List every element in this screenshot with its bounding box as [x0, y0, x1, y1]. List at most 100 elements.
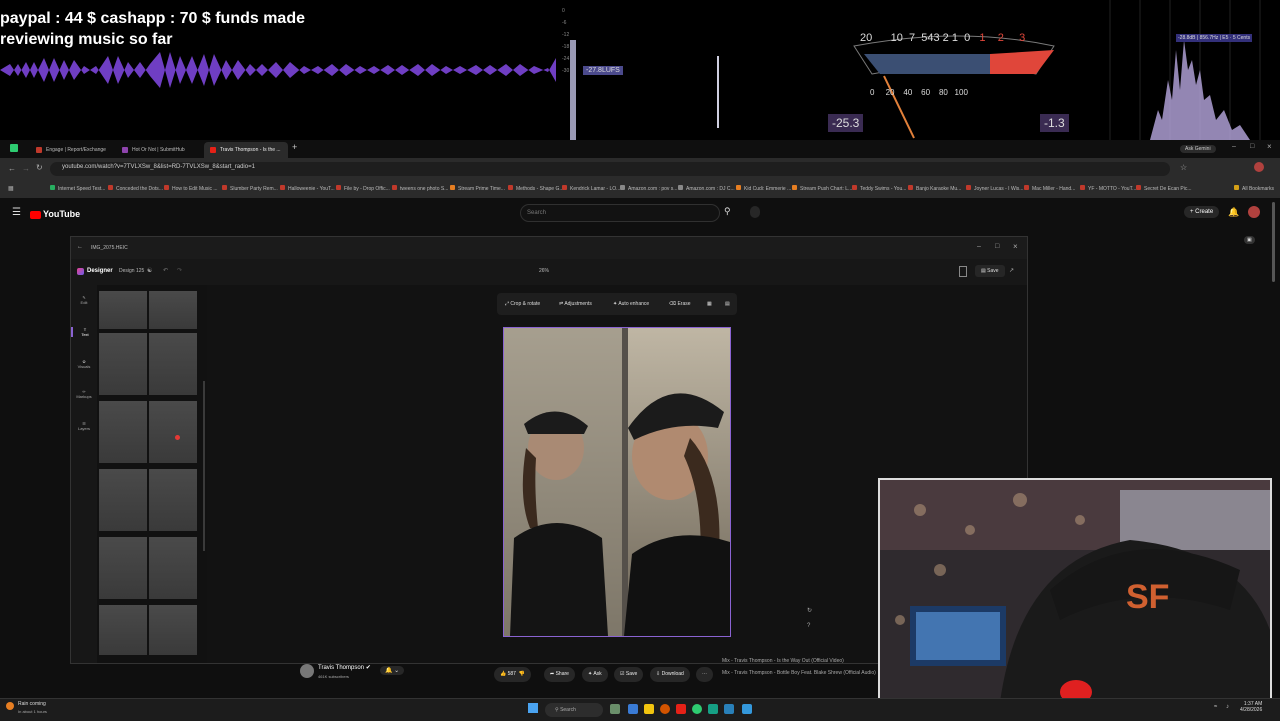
share-button[interactable]: ➦ Share [544, 667, 575, 682]
rail-edit[interactable]: ✎ Edit [71, 295, 97, 305]
close-window-button[interactable]: × [1267, 142, 1272, 151]
crop-rotate-button[interactable]: ⤢ Crop & rotate [505, 301, 540, 307]
tab-youtube[interactable]: Travis Thompson - Is the ... [204, 142, 288, 158]
text-style-thumbnail[interactable] [149, 401, 197, 463]
filters-icon[interactable]: ▦ [707, 301, 712, 307]
forward-icon[interactable]: → [22, 164, 30, 173]
hamburger-menu-icon[interactable]: ☰ [12, 207, 21, 218]
text-style-thumbnail[interactable] [149, 469, 197, 531]
clock[interactable]: 1:37 AM 4/28/2026 [1240, 701, 1262, 713]
bookmark-item[interactable]: Kendrick Lamar - LO... [562, 185, 620, 192]
share-people-icon[interactable]: ☯ [147, 267, 152, 274]
bookmark-item[interactable]: Slumber Party Rem... [222, 185, 278, 192]
bookmark-item[interactable]: Secret De Ecan Pic... [1136, 185, 1192, 192]
rail-text[interactable]: T Text [71, 327, 97, 337]
bookmark-item[interactable]: File by - Drop Offic... [336, 185, 390, 192]
text-style-thumbnail[interactable] [99, 291, 147, 329]
bookmark-item[interactable]: YF - MOTTO - YouT... [1080, 185, 1136, 192]
browser-app-icon[interactable] [660, 704, 670, 714]
panel-scrollbar[interactable] [203, 381, 205, 551]
auto-enhance-button[interactable]: ✦ Auto enhance [613, 301, 649, 307]
app-icon-blue[interactable] [724, 704, 734, 714]
youtube-app-icon[interactable] [676, 704, 686, 714]
ask-gemini-button[interactable]: Ask Gemini [1180, 145, 1216, 153]
create-button[interactable]: + Create [1184, 206, 1220, 218]
app-icon-green[interactable] [708, 704, 718, 714]
bookmark-item[interactable]: Kid Cudi: Emmerie ... [736, 185, 791, 192]
text-style-thumbnail[interactable] [99, 333, 147, 395]
notifications-bell-icon[interactable]: 🔔 [1228, 207, 1239, 218]
rail-visuals[interactable]: ✿ Visuals [71, 359, 97, 369]
save-video-button[interactable]: ☑ Save [614, 667, 644, 682]
rail-layers[interactable]: ☰ Layers [71, 421, 97, 431]
user-avatar[interactable] [1248, 206, 1260, 218]
ask-button[interactable]: ✦ Ask [582, 667, 608, 682]
minimize-window-button[interactable]: – [1232, 143, 1236, 150]
tab-engage[interactable]: Engage | Report/Exchange [30, 142, 114, 158]
bookmark-item[interactable]: Conceded the Dots... [108, 185, 163, 192]
text-style-thumbnail[interactable] [99, 537, 147, 599]
edited-photo[interactable] [503, 327, 731, 637]
help-icon[interactable]: ? [807, 623, 810, 629]
bookmark-star-icon[interactable]: ☆ [1180, 163, 1187, 172]
profile-avatar[interactable] [1254, 162, 1264, 172]
more-actions-icon[interactable]: ⋯ [696, 667, 713, 682]
bookmark-item[interactable]: Mac Miller - Hand... [1024, 185, 1075, 192]
url-text[interactable]: youtube.com/watch?v=7TVLXSw_8&list=RD-7T… [62, 164, 255, 170]
bookmark-item[interactable]: Stream Push Chart: L... [792, 185, 852, 192]
download-button[interactable]: ⇩ Download [650, 667, 690, 682]
text-style-thumbnail[interactable] [149, 291, 197, 329]
share-icon[interactable]: ↗ [1009, 267, 1014, 274]
erase-button[interactable]: ⌫ Erase [669, 301, 691, 307]
like-button[interactable]: 👍 587 👎 [494, 667, 531, 682]
rotate-handle-icon[interactable]: ↻ [807, 607, 812, 614]
search-icon[interactable]: ⚲ [724, 206, 731, 217]
adjustments-button[interactable]: ⇌ Adjustments [559, 301, 592, 307]
bookmark-item[interactable]: Internet Speed Test... [50, 185, 105, 192]
bookmark-item[interactable]: Amazon.com : pov s... [620, 185, 677, 192]
text-style-thumbnail[interactable] [149, 537, 197, 599]
save-button[interactable]: ▤ Save [975, 265, 1005, 277]
chrome-icon[interactable] [692, 704, 702, 714]
bookmark-item[interactable]: tweens one photo S... [392, 185, 448, 192]
file-explorer-icon[interactable] [644, 704, 654, 714]
weather-title[interactable]: Rain coming [18, 701, 46, 707]
designer-minimize-button[interactable]: – [977, 243, 981, 250]
bookmark-item[interactable]: How to Edit Music ... [164, 185, 218, 192]
bookmark-item[interactable]: Methods - Shape G... [508, 185, 564, 192]
back-arrow-icon[interactable]: ← [77, 244, 83, 250]
channel-name[interactable]: Travis Thompson ✔ [318, 664, 371, 671]
apps-grid-icon[interactable]: ▦ [8, 185, 14, 192]
youtube-search-input[interactable]: Search [520, 204, 720, 222]
text-style-thumbnail[interactable] [149, 333, 197, 395]
page-scrollbar[interactable] [1272, 202, 1275, 282]
design-name[interactable]: Design 125 [119, 268, 144, 274]
designer-close-button[interactable]: × [1013, 242, 1018, 251]
all-bookmarks-folder[interactable]: All Bookmarks [1234, 185, 1274, 192]
start-button[interactable] [528, 703, 538, 713]
picture-in-picture-badge[interactable]: ▣ [1244, 236, 1255, 244]
zoom-select[interactable]: 26% [539, 268, 549, 274]
notification-bell-dropdown[interactable]: 🔔 ⌄ [380, 666, 405, 675]
maximize-window-button[interactable]: □ [1250, 143, 1254, 150]
more-tools-icon[interactable]: ▤ [725, 301, 730, 307]
bookmark-item[interactable]: Banjo Karaoke Mu... [908, 185, 961, 192]
task-view-icon[interactable] [610, 704, 620, 714]
up-next-item[interactable]: Mix - Travis Thompson - Is the Way Out (… [722, 658, 876, 664]
bookmark-item[interactable]: Halloweenie - YouT... [280, 185, 335, 192]
bookmark-item[interactable]: Teddy Swims - You... [852, 185, 906, 192]
taskbar-search[interactable]: ⚲ Search [545, 703, 603, 717]
bookmark-item[interactable]: Stream Prime Time... [450, 185, 505, 192]
text-style-thumbnail[interactable] [99, 605, 147, 655]
microphone-icon[interactable] [750, 206, 760, 218]
volume-icon[interactable]: ♪ [1226, 704, 1229, 710]
up-next-item[interactable]: Mix - Travis Thompson - Bottle Boy Feat.… [722, 670, 876, 676]
device-preview-icon[interactable] [959, 266, 967, 277]
tab-submithub[interactable]: Hot Or Not | SubmitHub [116, 142, 202, 158]
redo-icon[interactable]: ↷ [177, 267, 182, 274]
text-style-thumbnail[interactable] [99, 401, 147, 463]
new-tab-button[interactable]: + [292, 142, 297, 152]
bookmark-item[interactable]: Amazon.com : DJ C... [678, 185, 735, 192]
bookmark-item[interactable]: Joyner Lucas - I Wis... [966, 185, 1023, 192]
channel-avatar[interactable] [300, 664, 314, 678]
